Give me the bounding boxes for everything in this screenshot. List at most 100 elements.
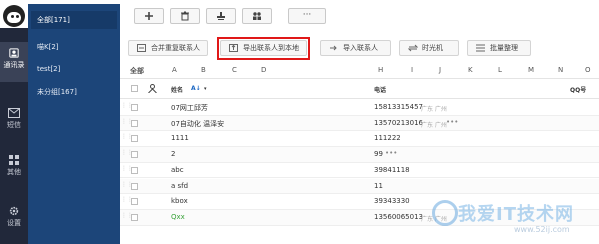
contact-name[interactable]: abc: [171, 166, 184, 174]
nav-contacts[interactable]: 通讯录: [0, 42, 28, 82]
group-panel: 全部[171] 喵K[2] test[2] 未分组[167]: [28, 0, 120, 244]
table-row[interactable]: ⋮⋮ a sfd 11: [120, 178, 599, 195]
contact-name[interactable]: Qxx: [171, 213, 185, 221]
alpha-o[interactable]: O: [585, 66, 591, 74]
alpha-k[interactable]: K: [468, 66, 473, 74]
row-checkbox[interactable]: [131, 135, 138, 143]
contact-name[interactable]: 1111: [171, 134, 189, 142]
contact-phone: 39343330: [374, 197, 410, 206]
row-checkbox[interactable]: [131, 213, 138, 221]
more-button[interactable]: ···: [288, 8, 326, 24]
time-machine-label: 时光机: [422, 44, 443, 52]
row-checkbox[interactable]: [131, 119, 138, 127]
delete-button[interactable]: [170, 8, 200, 24]
contact-location: 广东 广州: [421, 121, 447, 129]
watermark: 我爱IT技术网 www.52ij.com: [428, 198, 599, 244]
nav-settings[interactable]: 设置: [0, 206, 28, 236]
contact-name[interactable]: a sfd: [171, 182, 188, 190]
add-icon: [145, 12, 153, 20]
table-row[interactable]: ⋮⋮ 07自动化 温泽安 13570213016 广东 广州 •••: [120, 115, 599, 132]
select-all-checkbox[interactable]: [131, 85, 138, 92]
avatar-eye-right: [16, 15, 19, 18]
batch-organize-button[interactable]: 批量整理: [467, 40, 531, 56]
import-contacts-button[interactable]: 导入联系人: [320, 40, 391, 56]
table-header: 姓名 A↓ ▾ 电话 QQ号: [120, 79, 599, 99]
time-machine-button[interactable]: 时光机: [399, 40, 459, 56]
group-icon: [253, 12, 261, 20]
drag-handle-icon[interactable]: ⋮⋮: [121, 134, 133, 143]
header-phone: 电话: [374, 87, 387, 94]
contact-name[interactable]: 07网工邱芳: [171, 103, 208, 113]
alpha-b[interactable]: B: [201, 66, 206, 74]
contact-phone: 99: [374, 150, 383, 159]
header-qq: QQ号: [570, 87, 587, 94]
drag-handle-icon[interactable]: ⋮⋮: [121, 181, 133, 191]
row-checkbox[interactable]: [131, 198, 138, 206]
alpha-j[interactable]: J: [439, 66, 441, 74]
group-all[interactable]: 全部[171]: [31, 11, 117, 29]
sort-toggle[interactable]: A↓: [191, 85, 201, 92]
nav-sms[interactable]: 短信: [0, 108, 28, 138]
drag-handle-icon[interactable]: ⋮⋮: [121, 103, 133, 112]
trash-icon: [181, 11, 189, 21]
alpha-l[interactable]: L: [498, 66, 502, 74]
drag-handle-icon[interactable]: ⋮⋮: [121, 212, 133, 222]
row-checkbox[interactable]: [131, 151, 138, 159]
nav-sms-label: 短信: [7, 121, 21, 129]
import-icon: [330, 45, 337, 51]
alpha-i[interactable]: I: [411, 66, 413, 74]
person-icon: [148, 84, 157, 93]
grid-icon: [9, 155, 19, 165]
batch-icon: [476, 44, 485, 52]
table-row[interactable]: ⋮⋮ 2 99 •••: [120, 147, 599, 163]
contact-phone: 111222: [374, 134, 401, 143]
table-row[interactable]: ⋮⋮ abc 39841118: [120, 163, 599, 179]
drag-handle-icon[interactable]: ⋮⋮: [121, 150, 133, 159]
drag-handle-icon[interactable]: ⋮⋮: [121, 118, 133, 128]
contact-phone: 39841118: [374, 165, 410, 174]
merge-icon: [137, 44, 146, 52]
more-icon[interactable]: •••: [446, 118, 458, 126]
user-avatar[interactable]: [3, 5, 25, 27]
nav-other[interactable]: 其他: [0, 155, 28, 185]
alpha-all[interactable]: 全部: [130, 66, 144, 76]
row-checkbox[interactable]: [131, 104, 138, 111]
contact-name[interactable]: 07自动化 温泽安: [171, 119, 224, 129]
alpha-h[interactable]: H: [378, 66, 383, 74]
row-checkbox[interactable]: [131, 182, 138, 190]
batch-organize-label: 批量整理: [490, 44, 518, 52]
table-row[interactable]: ⋮⋮ 1111 111222: [120, 131, 599, 148]
group-test[interactable]: test[2]: [31, 60, 117, 78]
contact-phone: 11: [374, 181, 383, 190]
alpha-m[interactable]: M: [528, 66, 534, 74]
watermark-text: 我爱IT技术网: [458, 204, 574, 225]
stamp-icon: [217, 12, 225, 20]
add-contact-button[interactable]: [134, 8, 164, 24]
import-contacts-label: 导入联系人: [343, 44, 378, 52]
contact-phone: 13570213016: [374, 118, 423, 127]
app-rail: 通讯录 短信 其他 设置: [0, 0, 28, 244]
watermark-url: www.52ij.com: [514, 225, 570, 234]
sort-chevron-icon[interactable]: ▾: [204, 86, 207, 92]
contact-location: 广东 广州: [421, 106, 447, 113]
group-ungrouped[interactable]: 未分组[167]: [31, 83, 117, 101]
watermark-logo-icon: [432, 200, 458, 226]
merge-duplicates-button[interactable]: 合并重复联系人: [128, 40, 208, 56]
alpha-c[interactable]: C: [232, 66, 237, 74]
mail-icon: [8, 108, 20, 118]
contact-name[interactable]: kbox: [171, 197, 188, 205]
alpha-n[interactable]: N: [558, 66, 563, 74]
alpha-d[interactable]: D: [261, 66, 266, 74]
table-row[interactable]: ⋮⋮ 07网工邱芳 15813315457 广东 广州: [120, 100, 599, 116]
contact-name[interactable]: 2: [171, 150, 175, 158]
avatar-eye-left: [11, 15, 14, 18]
drag-handle-icon[interactable]: ⋮⋮: [121, 197, 133, 206]
alpha-a[interactable]: A: [172, 66, 177, 74]
group-miaok[interactable]: 喵K[2]: [31, 38, 117, 56]
row-checkbox[interactable]: [131, 166, 138, 174]
more-icon[interactable]: •••: [385, 149, 397, 157]
stamp-button[interactable]: [206, 8, 236, 24]
contact-phone: 15813315457: [374, 103, 423, 111]
drag-handle-icon[interactable]: ⋮⋮: [121, 165, 133, 175]
group-button[interactable]: [242, 8, 272, 24]
